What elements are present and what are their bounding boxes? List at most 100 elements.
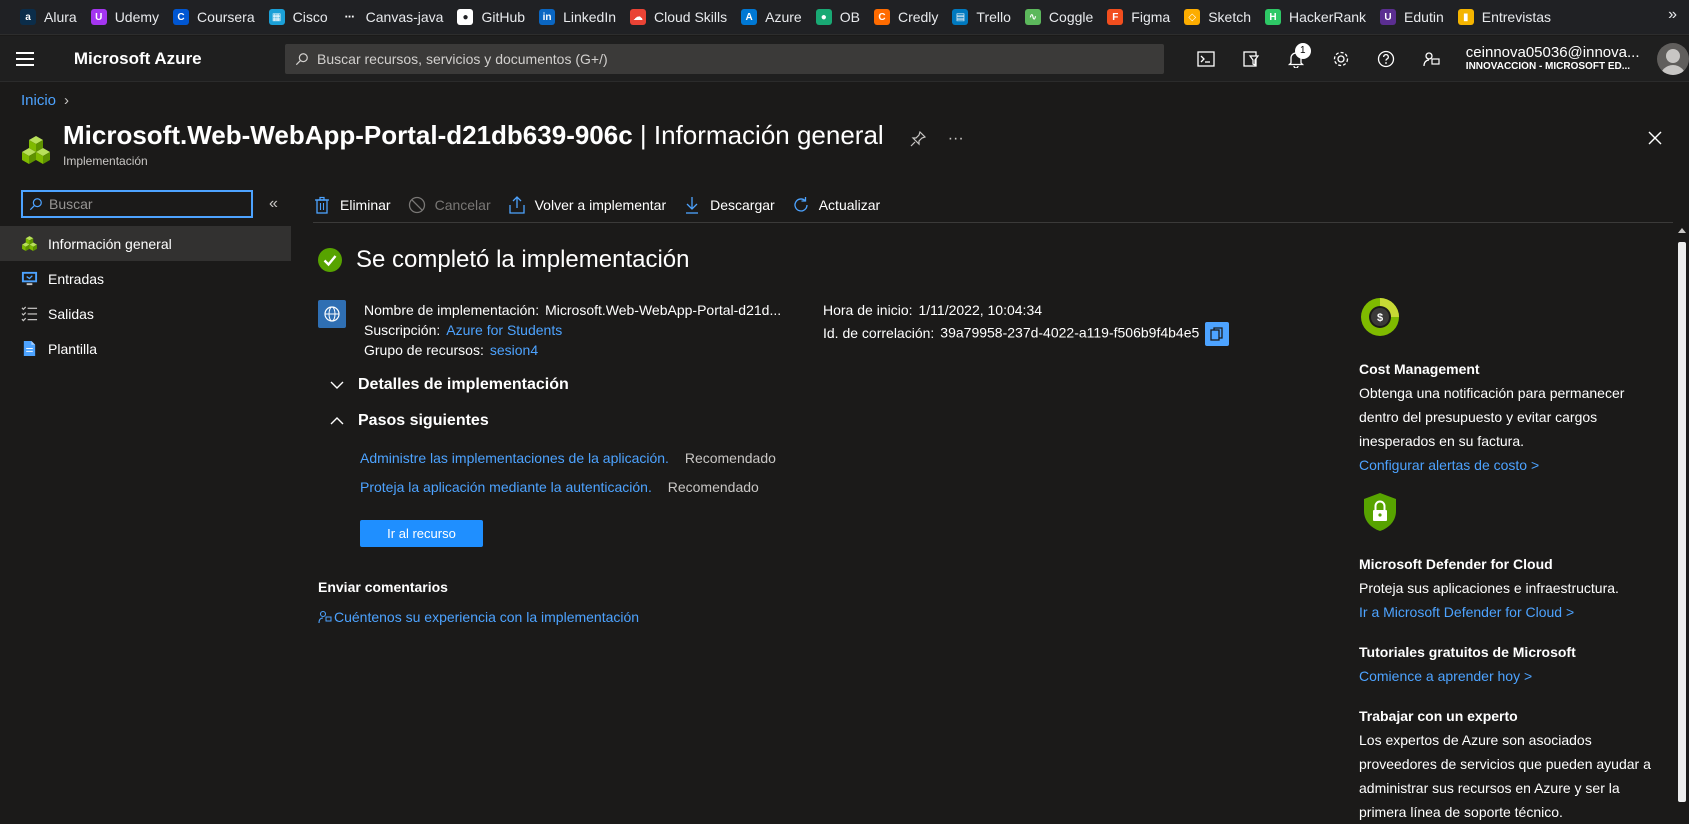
recommended-tag: Recomendado [667,479,759,495]
scroll-up-icon[interactable] [1678,228,1686,233]
bookmark-label: Edutin [1404,9,1444,25]
bookmark-cloud-skills[interactable]: ☁ Cloud Skills [624,3,735,31]
bookmark-udemy[interactable]: U Udemy [85,3,167,31]
deployment-details-toggle[interactable]: Detalles de implementación [330,376,1278,394]
collapse-menu-icon[interactable]: « [269,195,278,213]
edutin-icon: U [1380,9,1397,25]
more-options-icon[interactable]: ··· [948,130,964,148]
nav-item-template[interactable]: Plantilla [0,331,291,366]
expert-text: Los expertos de Azure son asociados prov… [1359,732,1651,820]
bookmark-credly[interactable]: C Credly [868,3,946,31]
page-title-section: | Información general [632,120,884,150]
feedback-title: Enviar comentarios [318,579,448,595]
pin-icon[interactable] [910,131,926,147]
bookmark-alura[interactable]: a Alura [14,3,85,31]
expert-title: Trabajar con un experto [1359,708,1518,724]
trello-icon: ▤ [952,9,969,25]
cancel-label: Cancelar [434,197,491,213]
nav-item-label: Salidas [48,305,94,322]
nav-item-outputs[interactable]: Salidas [0,296,291,331]
feedback-link[interactable]: Cuéntenos su experiencia con la implemen… [334,609,639,625]
bookmark-sketch[interactable]: ◇ Sketch [1178,3,1259,31]
bookmark-edutin[interactable]: U Edutin [1374,3,1452,31]
manage-deployments-link[interactable]: Administre las implementaciones de la ap… [360,450,669,466]
protect-app-link[interactable]: Proteja la aplicación mediante la autent… [360,479,652,495]
github-icon: ● [457,9,474,25]
account-info[interactable]: ceinnova05036@innova... INNOVACCIÓN - MI… [1466,44,1645,73]
search-icon [295,52,308,65]
start-time-label: Hora de inicio: [823,302,913,318]
nav-item-inputs[interactable]: Entradas [0,261,291,296]
bookmark-label: Udemy [114,9,160,25]
feedback-icon[interactable] [1409,36,1454,82]
bookmark-label: Sketch [1208,9,1252,25]
bookmark-entrevistas[interactable]: ▮ Entrevistas [1452,3,1559,31]
bookmark-hackerrank[interactable]: H HackerRank [1259,3,1374,31]
delete-button[interactable]: Eliminar [313,196,391,214]
page-title-resource: Microsoft.Web-WebApp-Portal-d21db639-906… [63,120,633,150]
menu-search-placeholder: Buscar [49,196,93,212]
bookmark-trello[interactable]: ▤ Trello [946,3,1019,31]
download-button[interactable]: Descargar [683,196,775,214]
content-scrollbar[interactable] [1675,224,1689,823]
directory-filter-icon[interactable] [1229,36,1274,82]
bookmark-linkedin[interactable]: in LinkedIn [533,3,624,31]
redeploy-label: Volver a implementar [534,197,667,213]
defender-link[interactable]: Ir a Microsoft Defender for Cloud > [1359,600,1659,624]
deployment-name-value: Microsoft.Web-WebApp-Portal-d21d... [545,302,782,318]
search-icon [29,198,42,211]
refresh-button[interactable]: Actualizar [792,196,880,214]
menu-search-input[interactable]: Buscar [21,190,253,218]
udemy-icon: U [90,9,107,25]
subscription-link[interactable]: Azure for Students [446,322,562,338]
bookmark-figma[interactable]: F Figma [1101,3,1178,31]
ob-icon: ● [815,9,832,25]
scrollbar-thumb[interactable] [1678,242,1686,802]
cost-management-title: Cost Management [1359,361,1480,377]
svg-text:$: $ [1377,312,1383,324]
azure-icon: A [741,9,758,25]
configure-cost-alerts-link[interactable]: Configurar alertas de costo > [1359,453,1659,477]
portal-menu-icon[interactable] [0,36,50,82]
nav-item-overview[interactable]: Información general [0,226,291,261]
notifications-bell-icon[interactable]: 1 [1274,36,1319,82]
breadcrumb-home-link[interactable]: Inicio [21,92,56,109]
next-steps-label: Pasos siguientes [358,412,489,429]
more-bookmarks-icon[interactable]: » [1668,6,1677,24]
cancel-button[interactable]: Cancelar [408,196,491,214]
brand-title[interactable]: Microsoft Azure [74,49,285,69]
defender-shield-icon [1364,493,1396,531]
canvas-icon: ⋯ [341,9,358,25]
bookmark-label: Coursera [197,9,255,25]
credly-icon: C [873,9,890,25]
global-search-input[interactable]: Buscar recursos, servicios y documentos … [285,43,1164,74]
deployment-overview: Se completó la implementación Nombre de … [318,246,1278,625]
bookmark-ob[interactable]: ● OB [810,3,868,31]
defender-title: Microsoft Defender for Cloud [1359,556,1553,572]
bookmark-canvas-java[interactable]: ⋯ Canvas-java [336,3,452,31]
bookmark-azure[interactable]: A Azure [735,3,810,31]
success-check-icon [318,248,342,272]
close-icon[interactable] [1647,130,1663,146]
chevron-up-icon [330,413,344,429]
cloud-shell-icon[interactable] [1184,36,1229,82]
bookmark-label: Coggle [1048,9,1094,25]
bookmark-coggle[interactable]: ∿ Coggle [1019,3,1101,31]
bookmark-label: OB [839,9,860,25]
go-to-resource-button[interactable]: Ir al recurso [360,520,483,547]
copy-icon[interactable] [1205,322,1230,346]
cloud-skills-icon: ☁ [630,9,646,25]
settings-gear-icon[interactable] [1319,36,1364,82]
resource-group-link[interactable]: sesion4 [490,342,538,358]
bookmark-github[interactable]: ● GitHub [451,3,533,31]
avatar[interactable] [1657,42,1689,75]
bookmark-label: Azure [765,9,802,25]
bookmark-label: Cisco [292,9,328,25]
resource-menu: Buscar « Información general Entradas Sa… [0,190,291,366]
bookmark-cisco[interactable]: ▦ Cisco [263,3,336,31]
next-steps-toggle[interactable]: Pasos siguientes [330,412,1278,430]
bookmark-coursera[interactable]: C Coursera [167,3,263,31]
start-learning-link[interactable]: Comience a aprender hoy > [1359,664,1659,688]
redeploy-button[interactable]: Volver a implementar [508,196,667,214]
help-icon[interactable] [1364,36,1409,82]
